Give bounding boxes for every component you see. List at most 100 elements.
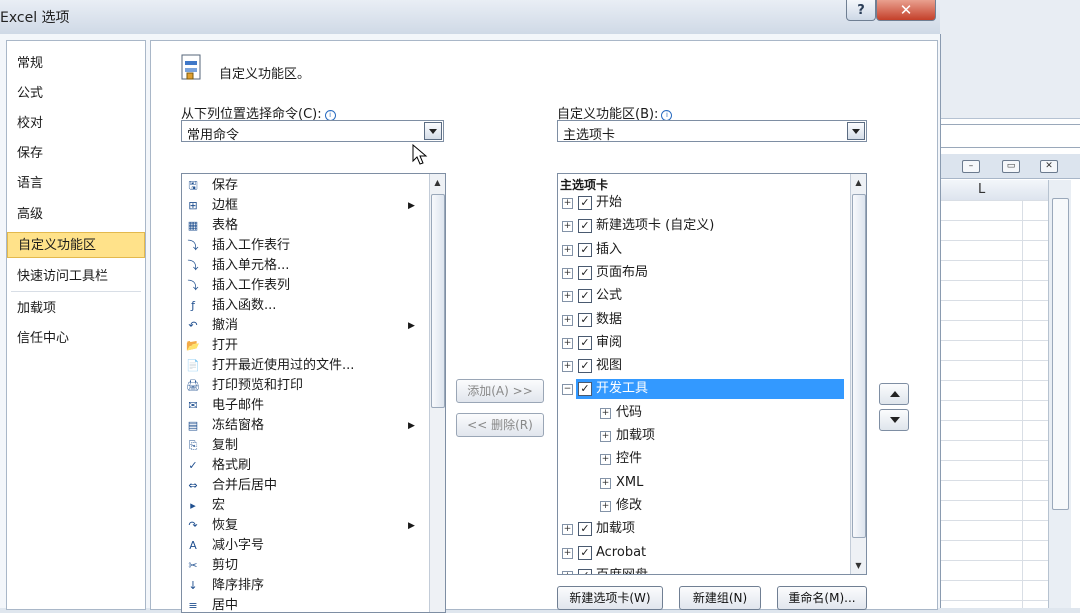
- command-item[interactable]: ↶ 撤消 ▶: [182, 316, 428, 336]
- nav-item-addins[interactable]: 加载项: [7, 296, 145, 322]
- expand-icon[interactable]: +: [562, 337, 573, 349]
- tree-scrollbar[interactable]: ▲ ▼: [850, 174, 866, 574]
- command-item[interactable]: ✓ 格式刷: [182, 456, 428, 476]
- restore-icon[interactable]: ▭: [1002, 160, 1020, 173]
- checkbox[interactable]: ✓: [578, 242, 592, 257]
- tree-group-node[interactable]: + 控件: [558, 448, 848, 470]
- command-item[interactable]: ↓ 降序排序: [182, 576, 428, 596]
- checkbox[interactable]: ✓: [578, 522, 592, 537]
- expand-icon[interactable]: +: [562, 267, 573, 279]
- move-down-button[interactable]: [879, 409, 909, 431]
- command-item[interactable]: ⤵ 插入单元格...: [182, 256, 428, 276]
- checkbox[interactable]: ✓: [578, 196, 592, 210]
- ribbon-tabs-combo[interactable]: 主选项卡: [557, 120, 867, 143]
- commands-scrollbar[interactable]: ▲: [429, 174, 445, 612]
- nav-item-proofing[interactable]: 校对: [7, 111, 145, 137]
- excel-scroll-thumb[interactable]: [1052, 198, 1069, 510]
- checkbox[interactable]: ✓: [578, 359, 592, 374]
- command-item[interactable]: 📂 打开: [182, 336, 428, 356]
- new-group-button[interactable]: 新建组(N): [679, 586, 761, 610]
- checkbox[interactable]: ✓: [578, 545, 592, 560]
- command-item[interactable]: 🖫 保存: [182, 176, 428, 196]
- tree-scroll-down-icon[interactable]: ▼: [851, 558, 866, 573]
- close-workbook-icon[interactable]: ✕: [1040, 160, 1058, 173]
- tree-tab-node[interactable]: + ✓ 加载项: [558, 518, 848, 540]
- tree-group-node[interactable]: + 修改: [558, 495, 848, 517]
- expand-icon[interactable]: +: [562, 291, 573, 303]
- command-item[interactable]: ≡ 居中: [182, 596, 428, 612]
- tree-scroll-thumb[interactable]: [852, 194, 866, 538]
- scroll-up-icon[interactable]: ▲: [430, 175, 445, 190]
- nav-item-advanced[interactable]: 高级: [7, 202, 145, 228]
- tree-tab-node[interactable]: + ✓ 开始: [558, 192, 848, 214]
- tree-tab-node[interactable]: + ✓ 公式: [558, 285, 848, 307]
- checkbox[interactable]: ✓: [578, 335, 592, 350]
- expand-icon[interactable]: +: [600, 407, 611, 419]
- tree-tab-node[interactable]: + ✓ 百度网盘: [558, 565, 848, 574]
- tree-tab-node[interactable]: + ✓ Acrobat: [558, 542, 848, 564]
- nav-item-save[interactable]: 保存: [7, 141, 145, 167]
- checkbox[interactable]: ✓: [578, 312, 592, 327]
- command-item[interactable]: ▸ 宏: [182, 496, 428, 516]
- nav-item-language[interactable]: 语言: [7, 171, 145, 197]
- chevron-down-icon-2[interactable]: [847, 122, 865, 140]
- add-button[interactable]: 添加(A) >>: [456, 379, 544, 403]
- expand-icon[interactable]: +: [562, 244, 573, 256]
- new-tab-button[interactable]: 新建选项卡(W): [557, 586, 663, 610]
- tree-tab-node[interactable]: + ✓ 视图: [558, 355, 848, 377]
- nav-item-customize-ribbon[interactable]: 自定义功能区: [7, 232, 145, 258]
- help-button[interactable]: ?: [846, 0, 876, 21]
- expand-icon[interactable]: +: [562, 547, 573, 559]
- checkbox[interactable]: ✓: [578, 219, 592, 234]
- command-item[interactable]: ⇔ 合并后居中: [182, 476, 428, 496]
- nav-item-general[interactable]: 常规: [7, 51, 145, 77]
- tree-tab-node[interactable]: + ✓ 页面布局: [558, 262, 848, 284]
- checkbox[interactable]: ✓: [578, 289, 592, 304]
- command-item[interactable]: 📄 打开最近使用过的文件...: [182, 356, 428, 376]
- command-item[interactable]: ▤ 冻结窗格 ▶: [182, 416, 428, 436]
- command-item[interactable]: ✉ 电子邮件: [182, 396, 428, 416]
- nav-item-trust-center[interactable]: 信任中心: [7, 326, 145, 352]
- command-item[interactable]: ✂ 剪切: [182, 556, 428, 576]
- column-header[interactable]: L: [940, 180, 1050, 201]
- chevron-down-icon[interactable]: [424, 122, 442, 140]
- tree-group-node[interactable]: + 加载项: [558, 425, 848, 447]
- expand-icon[interactable]: +: [600, 500, 611, 512]
- command-item[interactable]: 🖨 打印预览和打印: [182, 376, 428, 396]
- command-item[interactable]: ⤵ 插入工作表列: [182, 276, 428, 296]
- ribbon-tree[interactable]: 主选项卡 + ✓ 开始 + ✓ 新建选项卡 (自定义) + ✓ 插入 + ✓ 页面布局 + ✓ 公式 + ✓ 数据…: [557, 173, 867, 575]
- choose-commands-combo[interactable]: 常用命令: [181, 120, 444, 143]
- command-item[interactable]: ƒ 插入函数...: [182, 296, 428, 316]
- checkbox[interactable]: ✓: [578, 265, 592, 280]
- tree-group-node[interactable]: + XML: [558, 472, 848, 494]
- expand-icon[interactable]: +: [600, 477, 611, 489]
- rename-button[interactable]: 重命名(M)...: [777, 586, 867, 610]
- tree-scroll-up-icon[interactable]: ▲: [851, 175, 866, 190]
- tree-tab-node[interactable]: + ✓ 审阅: [558, 332, 848, 354]
- tree-tab-node[interactable]: − ✓ 开发工具: [558, 378, 848, 400]
- nav-item-quick-access[interactable]: 快速访问工具栏: [7, 264, 145, 290]
- checkbox[interactable]: ✓: [578, 568, 592, 574]
- expand-icon[interactable]: +: [562, 570, 573, 574]
- expand-icon[interactable]: +: [562, 314, 573, 326]
- nav-item-formulas[interactable]: 公式: [7, 81, 145, 107]
- expand-icon[interactable]: +: [562, 361, 573, 373]
- collapse-icon[interactable]: −: [562, 384, 573, 396]
- command-item[interactable]: ⎘ 复制: [182, 436, 428, 456]
- command-item[interactable]: ↷ 恢复 ▶: [182, 516, 428, 536]
- tree-tab-node[interactable]: + ✓ 插入: [558, 239, 848, 261]
- command-item[interactable]: ⤵ 插入工作表行: [182, 236, 428, 256]
- commands-list[interactable]: 🖫 保存 ⊞ 边框 ▶ ▦ 表格 ⤵ 插入工作表行 ⤵ 插入单元格... ⤵ 插入工作表列 ƒ 插入函数..…: [181, 173, 446, 613]
- checkbox[interactable]: ✓: [578, 382, 592, 397]
- expand-icon[interactable]: +: [600, 454, 611, 466]
- move-up-button[interactable]: [879, 383, 909, 405]
- sheet-grid[interactable]: [940, 200, 1050, 608]
- scroll-thumb[interactable]: [431, 194, 445, 408]
- tree-tab-node[interactable]: + ✓ 数据: [558, 309, 848, 331]
- command-item[interactable]: A 减小字号: [182, 536, 428, 556]
- expand-icon[interactable]: +: [562, 221, 573, 233]
- minimize-icon[interactable]: –: [962, 160, 980, 173]
- command-item[interactable]: ⊞ 边框 ▶: [182, 196, 428, 216]
- tree-group-node[interactable]: + 代码: [558, 402, 848, 424]
- remove-button[interactable]: << 删除(R): [456, 413, 544, 437]
